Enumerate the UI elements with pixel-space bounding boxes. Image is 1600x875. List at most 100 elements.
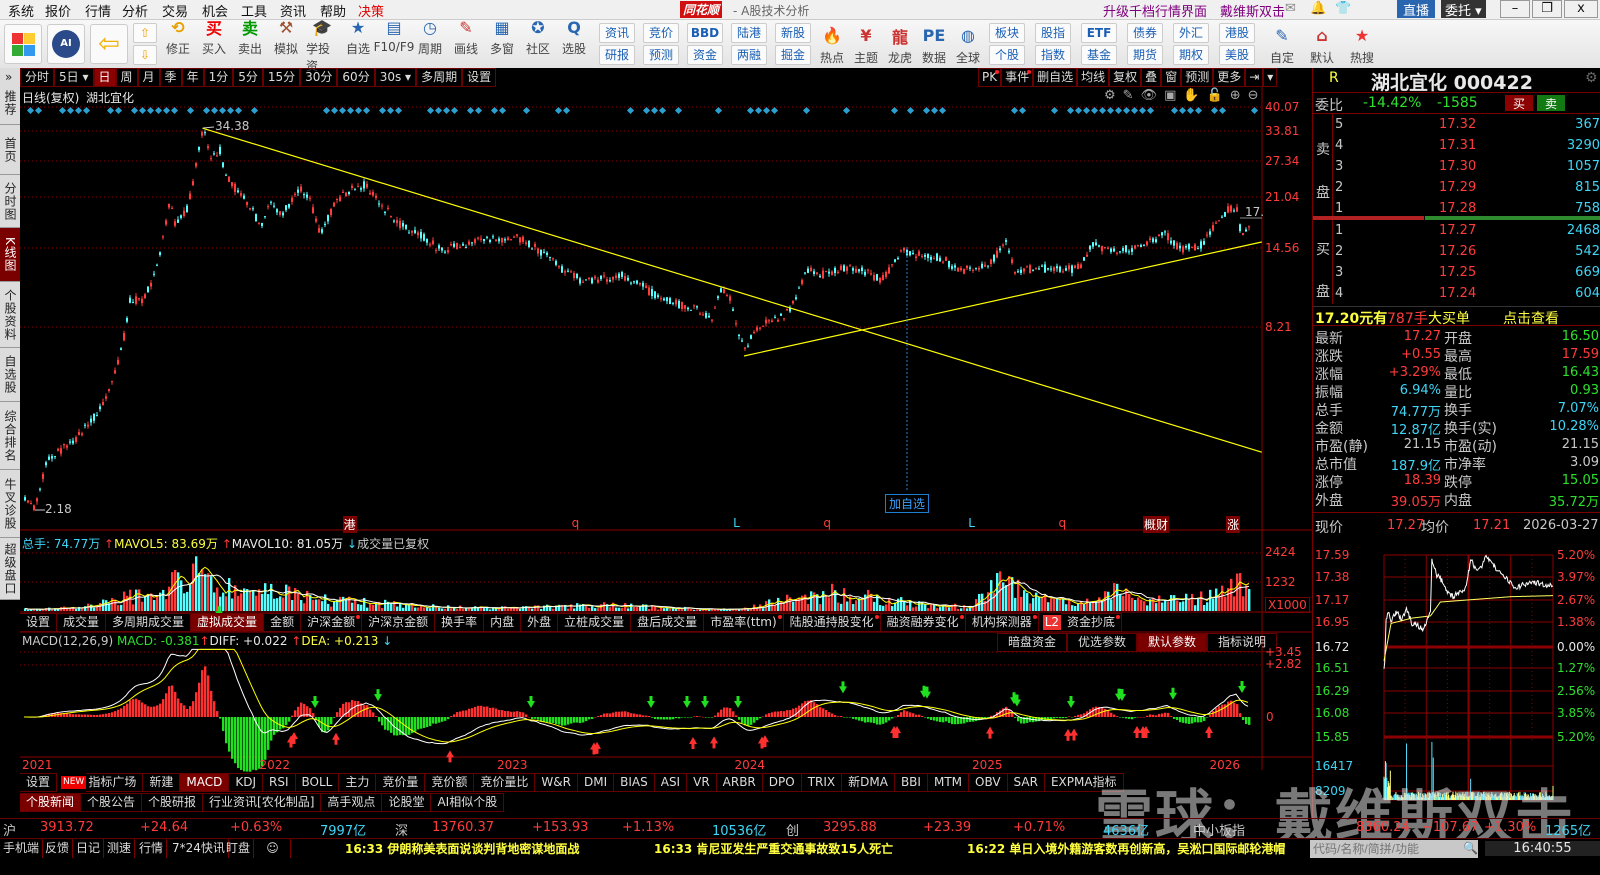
period-tab[interactable]: 月	[137, 68, 160, 87]
event-marker[interactable]: q	[1058, 516, 1068, 530]
toolbar-button-F10/F9[interactable]: ▤ F10/F9	[374, 14, 415, 74]
toolbar-text-button[interactable]: 新股	[775, 23, 811, 43]
volume-tab[interactable]: 机构探测器	[965, 613, 1039, 632]
status-button[interactable]: 手机端	[0, 839, 44, 858]
index-name[interactable]: 深	[395, 820, 408, 839]
volume-tab[interactable]: 金额	[264, 613, 302, 632]
toolbar-button-热搜[interactable]: ★ 热搜	[1346, 23, 1378, 66]
status-button[interactable]: 反馈	[42, 839, 74, 858]
news-ticker-item[interactable]: 16:33 伊朗称美表面说谈判背地密谋地面战	[345, 840, 579, 857]
bell-icon[interactable]: 🔔	[1310, 1, 1326, 16]
indicator-tab[interactable]: TRIX	[801, 773, 843, 792]
toolbar-text-button[interactable]: 研报	[599, 45, 635, 65]
event-marker[interactable]: 港	[342, 516, 357, 533]
eye-icon[interactable]: 👁	[1141, 88, 1158, 103]
indicator-tab[interactable]: 主力	[339, 773, 377, 792]
search-input[interactable]	[1310, 840, 1478, 858]
toolbar-text-button[interactable]: 外汇	[1173, 23, 1209, 43]
robot-icon[interactable]: ☺	[255, 839, 291, 858]
chart-option[interactable]: ▾	[1263, 68, 1278, 87]
toolbar-text-button[interactable]: 港股	[1219, 23, 1255, 43]
search-icon[interactable]: 🔍	[1463, 841, 1478, 855]
toolbar-button-卖出[interactable]: 卖卖出	[234, 14, 266, 74]
indicator-tab[interactable]: 竞价量比	[474, 773, 536, 792]
sidebar-item[interactable]: 推荐	[0, 82, 20, 125]
period-tab[interactable]: 5日 ▾	[54, 68, 94, 87]
indicator-tab[interactable]: BIAS	[614, 773, 655, 792]
volume-tab[interactable]: 市盈率(ttm)	[704, 613, 784, 632]
entrust-button[interactable]: 委托 ▾	[1441, 0, 1486, 19]
restore-button[interactable]: ❐	[1532, 0, 1562, 18]
toolbar-button-多窗[interactable]: ▦ 多窗	[486, 14, 518, 74]
toolbar-button-自定[interactable]: ✎ 自定	[1266, 23, 1298, 66]
indicator-tab[interactable]: 竞价量	[376, 773, 426, 792]
indicator-tab[interactable]: 竞价额	[425, 773, 475, 792]
sidebar-item[interactable]: 综合排名	[0, 402, 20, 470]
volume-tab[interactable]: L2	[1042, 615, 1062, 630]
menu-item[interactable]: 报价	[45, 1, 71, 20]
volume-tab[interactable]: 沪深金额	[301, 613, 363, 632]
toolbox-icon[interactable]: ▣	[1164, 88, 1176, 103]
news-ticker-item[interactable]: 16:33 肯尼亚发生严重交通事故致15人死亡	[654, 840, 893, 857]
sell-button[interactable]: 卖	[1537, 95, 1565, 111]
minimize-button[interactable]: –	[1500, 0, 1530, 18]
period-tab[interactable]: 年	[181, 68, 204, 87]
toolbar-button-选股[interactable]: Q 选股	[558, 14, 590, 74]
volume-tab[interactable]: 立桩成交量	[558, 613, 632, 632]
big-order-row[interactable]: 17.20元有 787手 大买单 点击查看	[1313, 306, 1600, 328]
toolbar-button-周期[interactable]: ◷ 周期	[414, 14, 446, 74]
toolbar-text-button[interactable]: 债券	[1127, 23, 1163, 43]
chart-option[interactable]: 叠	[1141, 68, 1162, 87]
news-tab[interactable]: 个股研报	[142, 793, 204, 812]
index-name[interactable]: 沪	[3, 820, 16, 839]
volume-tab[interactable]: 设置	[20, 613, 58, 632]
volume-tab[interactable]: 内盘	[484, 613, 522, 632]
toolbar-text-button[interactable]: 指数	[1035, 45, 1071, 65]
toolbar-text-button[interactable]: 竞价	[643, 23, 679, 43]
buy-button[interactable]: 买	[1505, 95, 1533, 111]
indicator-tab[interactable]: DMI	[577, 773, 615, 792]
event-marker[interactable]: q	[571, 516, 581, 530]
period-tab[interactable]: 1分	[203, 68, 234, 87]
big-order-link[interactable]: 点击查看	[1503, 308, 1559, 328]
sidebar-item[interactable]: 首页	[0, 125, 20, 175]
volume-tab[interactable]: 陆股通持股变化	[783, 613, 881, 632]
macd-param-button[interactable]: 暗盘资金	[997, 633, 1068, 652]
add-watchlist-button[interactable]: 加自选	[885, 494, 930, 513]
indicator-tab[interactable]: OBV	[969, 773, 1008, 792]
period-tab[interactable]: 60分	[337, 68, 375, 87]
order-book-row[interactable]: 2 17.26 542	[1314, 243, 1600, 262]
order-book-row[interactable]: 1 17.27 2468	[1314, 222, 1600, 241]
menu-item[interactable]: 分析	[122, 1, 148, 20]
indicator-tab[interactable]: W&R	[535, 773, 578, 792]
toolbar-button-龙虎[interactable]: 龍龙虎	[884, 23, 916, 66]
menu-item[interactable]: 系统	[8, 1, 34, 20]
layout-grid-button[interactable]	[4, 24, 42, 64]
chart-option[interactable]: 更多	[1213, 68, 1246, 87]
toolbar-text-button[interactable]: 掘金	[775, 45, 811, 65]
period-tab[interactable]: 周	[115, 68, 138, 87]
sidebar-item[interactable]: 个股资料	[0, 282, 20, 348]
event-marker[interactable]: 概财	[1143, 516, 1170, 533]
status-button[interactable]: 行情	[136, 839, 168, 858]
user-name[interactable]: 戴维斯双击	[1220, 1, 1285, 20]
indicator-tab[interactable]: 指标广场	[86, 773, 144, 792]
zoom-in-icon[interactable]: ⊕	[1230, 88, 1241, 103]
status-button[interactable]: 测速	[104, 839, 136, 858]
event-marker[interactable]: L	[732, 516, 741, 530]
indicator-tab[interactable]: DPO	[762, 773, 802, 792]
volume-tab[interactable]: 沪深京金额	[362, 613, 436, 632]
zoom-out-icon[interactable]: ⊖	[1248, 88, 1259, 103]
settings-gear-icon[interactable]: ⚙	[1585, 70, 1598, 86]
sidebar-item[interactable]: K线图	[0, 228, 20, 282]
indicator-tab[interactable]: BBI	[894, 773, 928, 792]
sidebar-item[interactable]: 分时图	[0, 175, 20, 228]
toolbar-text-button[interactable]: BBD	[687, 23, 723, 43]
chart-option[interactable]: 窗	[1161, 68, 1182, 87]
toolbar-text-button[interactable]: 两融	[731, 45, 767, 65]
chart-option[interactable]: ⇥	[1245, 68, 1264, 87]
news-tab[interactable]: 个股新闻	[20, 793, 82, 812]
toolbar-text-button[interactable]: 陆港	[731, 23, 767, 43]
chart-option[interactable]: 复权	[1109, 68, 1142, 87]
volume-tab[interactable]: 融资融券变化	[880, 613, 966, 632]
